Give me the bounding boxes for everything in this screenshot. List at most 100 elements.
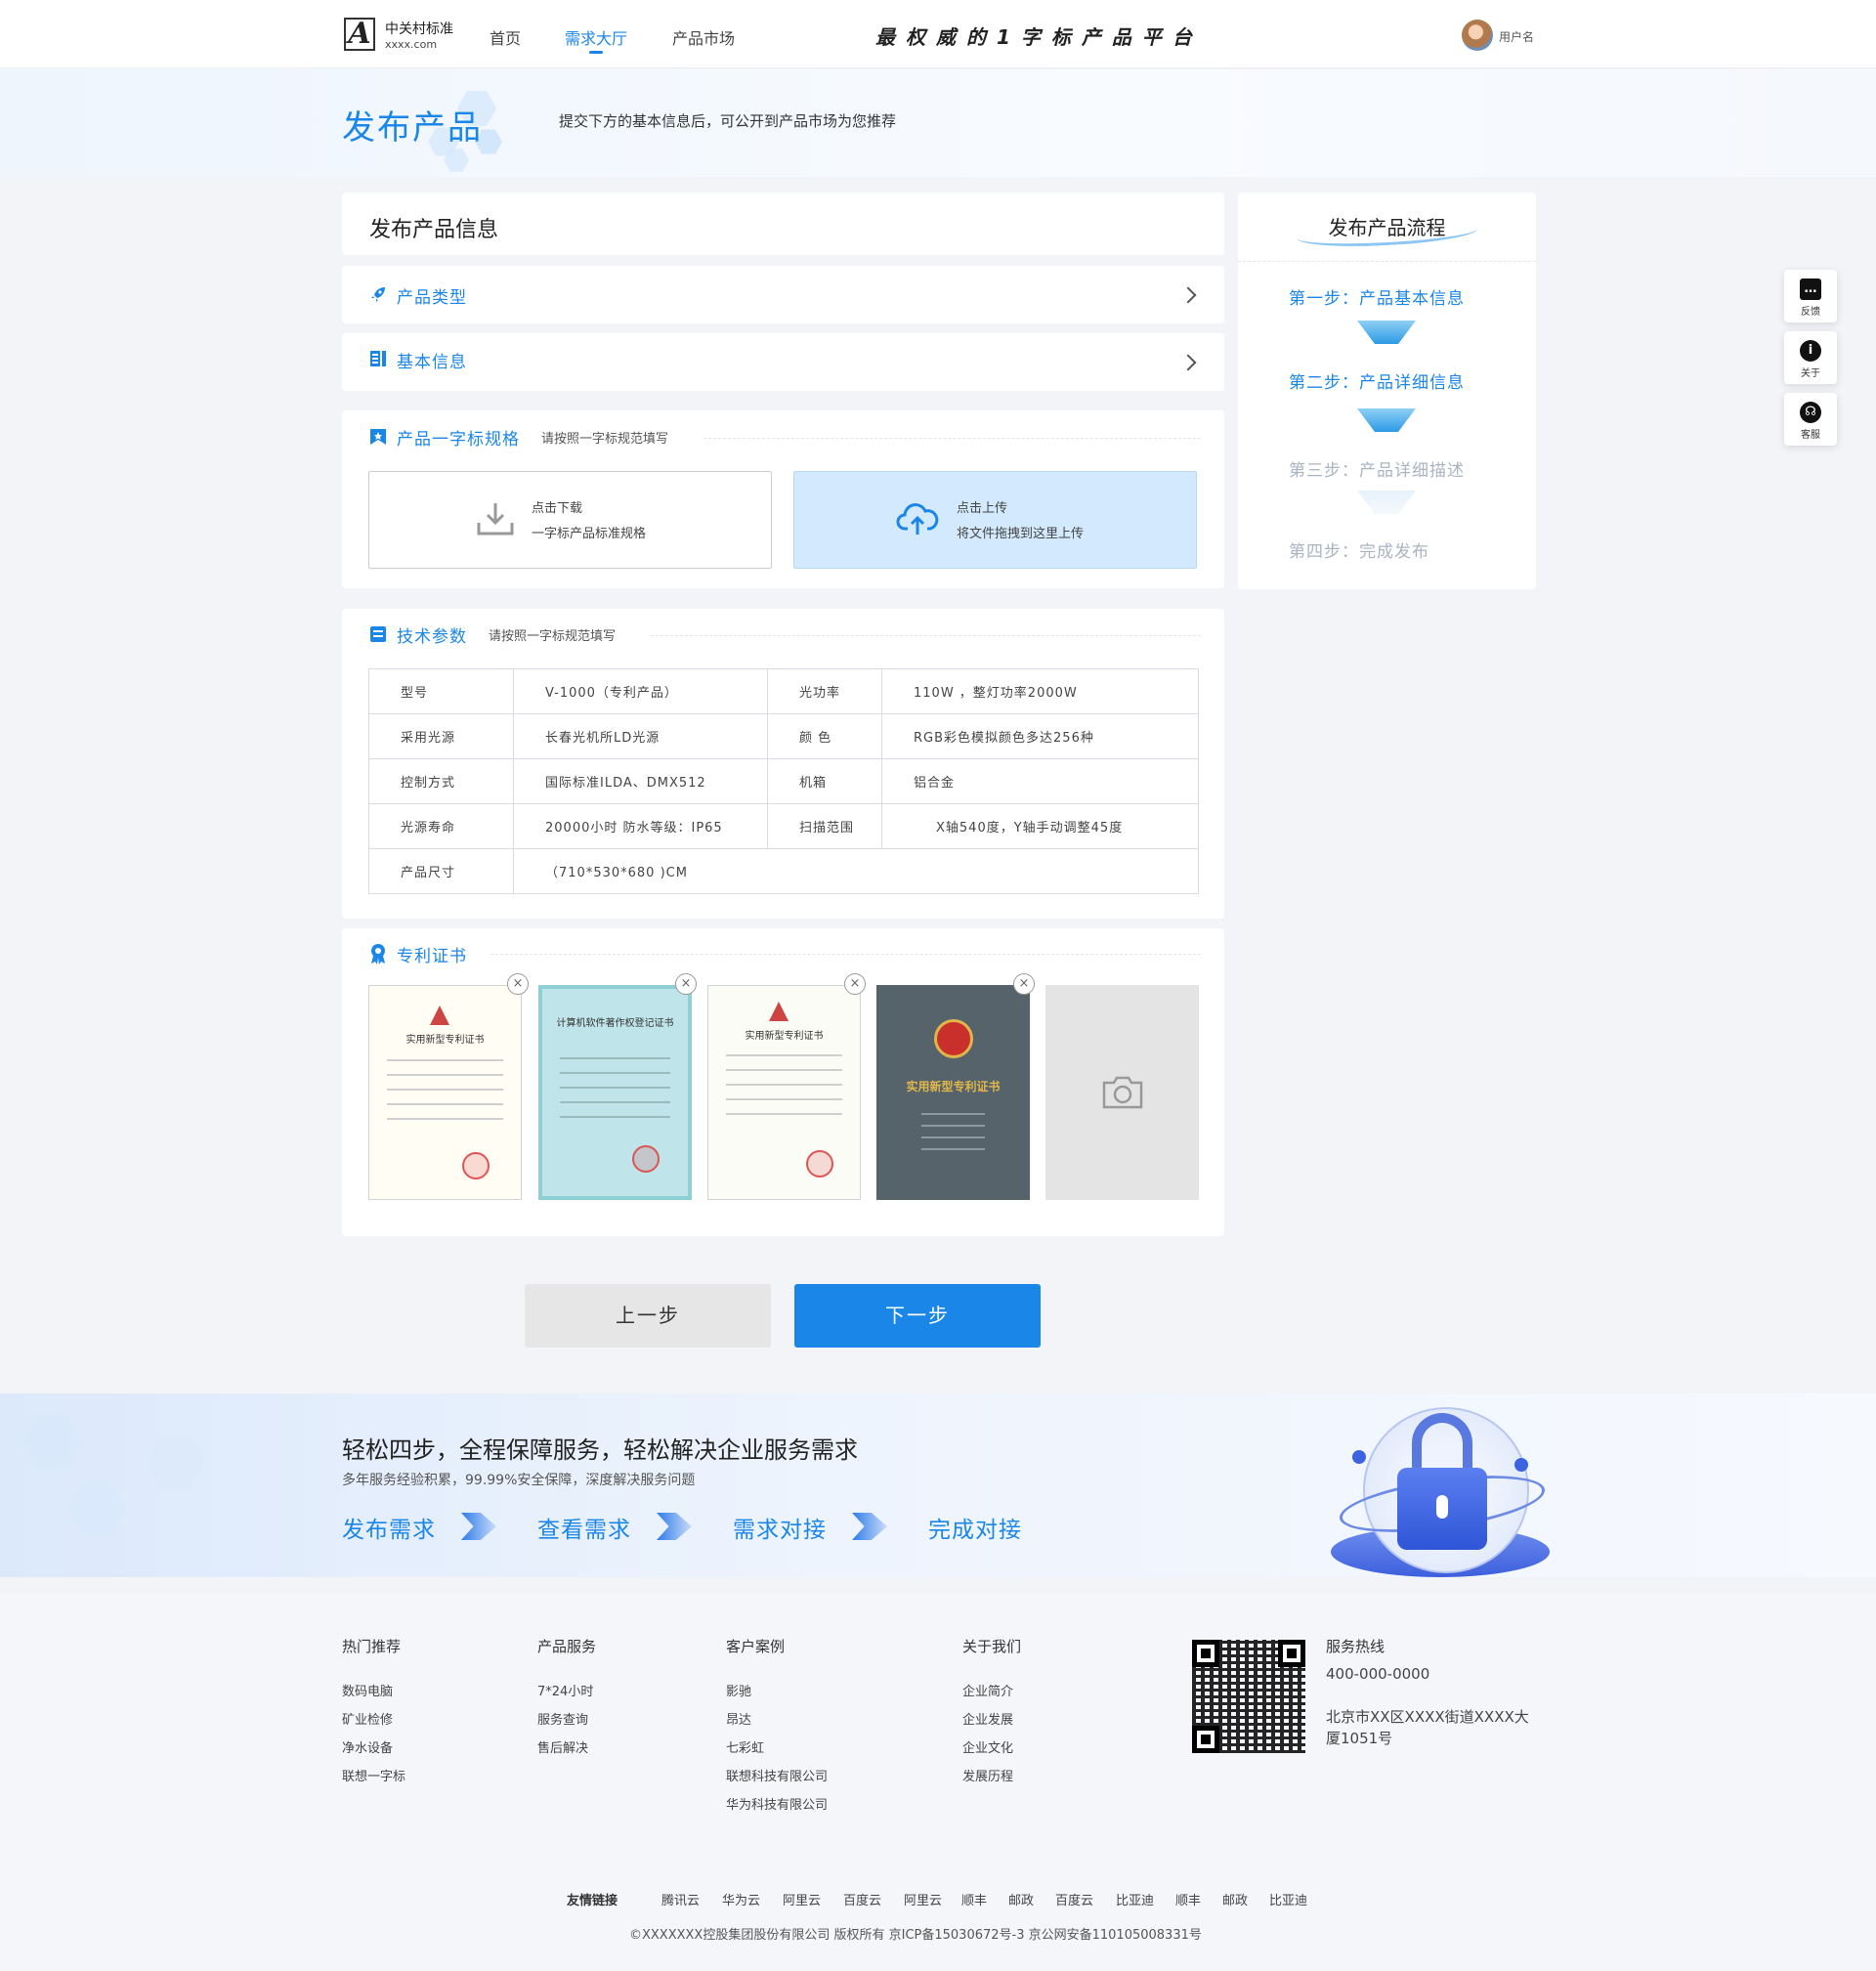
form-title: 发布产品信息 — [369, 218, 499, 242]
param-value[interactable]: X轴540度，Y轴手动调整45度 — [881, 803, 1199, 849]
remove-certificate-button[interactable]: × — [507, 973, 529, 995]
table-row: 控制方式 国际标准ILDA、DMX512 机箱 铝合金 — [368, 758, 1199, 804]
footer-link[interactable]: 企业发展 — [962, 1709, 1013, 1728]
about-label: 关于 — [1801, 368, 1820, 379]
param-value[interactable]: 110W ，整灯功率2000W — [881, 668, 1199, 714]
spec-title: 产品一字标规格 — [397, 430, 520, 450]
friend-link[interactable]: 腾讯云 — [661, 1890, 700, 1908]
download-spec-button[interactable]: 点击下载 一字标产品标准规格 — [368, 471, 772, 569]
emblem-icon — [430, 1006, 449, 1025]
certificate-icon — [371, 944, 385, 964]
hotline-label: 服务热线 — [1326, 1638, 1386, 1655]
feedback-button[interactable]: … 反馈 — [1784, 270, 1837, 322]
about-button[interactable]: i 关于 — [1784, 331, 1837, 384]
param-value[interactable]: （710*530*680 )CM — [513, 848, 1199, 894]
next-step-button[interactable]: 下一步 — [794, 1284, 1041, 1348]
footer-link[interactable]: 昂达 — [726, 1709, 751, 1728]
friend-link[interactable]: 比亚迪 — [1269, 1890, 1307, 1908]
param-value[interactable]: 铝合金 — [881, 758, 1199, 804]
param-label: 控制方式 — [368, 758, 514, 804]
param-label: 型号 — [368, 668, 514, 714]
logo-icon[interactable]: A — [344, 18, 375, 51]
param-value[interactable]: 长春光机所LD光源 — [513, 713, 768, 759]
text-line — [387, 1074, 503, 1076]
divider — [1238, 261, 1536, 262]
promo-step-2[interactable]: 查看需求 — [537, 1511, 631, 1544]
promo-step-1[interactable]: 发布需求 — [342, 1511, 436, 1544]
footer-link[interactable]: 影驰 — [726, 1681, 751, 1699]
friend-link[interactable]: 邮政 — [1222, 1890, 1248, 1908]
param-value[interactable]: V-1000（专利产品） — [513, 668, 768, 714]
friend-link[interactable]: 阿里云 — [904, 1890, 942, 1908]
support-button[interactable]: ☊ 客服 — [1784, 393, 1837, 446]
nav-demand-hall[interactable]: 需求大厅 — [565, 25, 627, 49]
param-label: 颜 色 — [767, 713, 882, 759]
friend-link[interactable]: 邮政 — [1008, 1890, 1034, 1908]
param-label: 采用光源 — [368, 713, 514, 759]
footer-link[interactable]: 矿业检修 — [342, 1709, 393, 1728]
footer-link[interactable]: 售后解决 — [537, 1737, 588, 1756]
username[interactable]: 用户名 — [1499, 28, 1534, 45]
nav-home[interactable]: 首页 — [490, 25, 521, 49]
certificate-image[interactable]: 实用新型专利证书 — [876, 985, 1030, 1200]
keyhole — [1436, 1495, 1448, 1519]
prev-step-button[interactable]: 上一步 — [525, 1284, 771, 1348]
basic-info-row[interactable]: 基本信息 — [342, 333, 1224, 391]
footer-link[interactable]: 联想科技有限公司 — [726, 1766, 828, 1784]
friend-link[interactable]: 顺丰 — [961, 1890, 987, 1908]
flow-step-1: 第一步：产品基本信息 — [1289, 289, 1465, 309]
links-label: 友情链接 — [567, 1894, 618, 1908]
footer-link[interactable]: 企业简介 — [962, 1681, 1013, 1699]
qr-corner — [1192, 1640, 1219, 1667]
friend-link[interactable]: 顺丰 — [1175, 1890, 1201, 1908]
footer-link[interactable]: 净水设备 — [342, 1737, 393, 1756]
footer-link[interactable]: 数码电脑 — [342, 1681, 393, 1699]
certificate-name: 实用新型专利证书 — [745, 1031, 824, 1042]
text-line — [921, 1136, 985, 1138]
upload-desc: 将文件拖拽到这里上传 — [957, 527, 1085, 541]
certificate-image[interactable]: 实用新型专利证书 — [707, 985, 861, 1200]
param-label: 机箱 — [767, 758, 882, 804]
national-emblem-icon — [934, 1019, 973, 1058]
footer-link[interactable]: 联想一字标 — [342, 1766, 405, 1784]
table-row: 型号 V-1000（专利产品） 光功率 110W ，整灯功率2000W — [368, 668, 1199, 714]
remove-certificate-button[interactable]: × — [844, 973, 866, 995]
footer-link[interactable]: 七彩虹 — [726, 1737, 764, 1756]
remove-certificate-button[interactable]: × — [1013, 973, 1035, 995]
remove-certificate-button[interactable]: × — [675, 973, 697, 995]
friend-link[interactable]: 华为云 — [722, 1890, 760, 1908]
param-value[interactable]: RGB彩色模拟颜色多达256种 — [881, 713, 1199, 759]
patent-card: 专利证书 实用新型专利证书 × 计算机软件著作权登记证书 × 实用新型专利证书 … — [342, 928, 1224, 1236]
hex-decor — [147, 1435, 205, 1488]
friend-link[interactable]: 阿里云 — [783, 1890, 821, 1908]
text-line — [387, 1103, 503, 1105]
divider — [651, 635, 1201, 636]
friend-link[interactable]: 百度云 — [1055, 1890, 1093, 1908]
friend-link[interactable]: 百度云 — [843, 1890, 881, 1908]
friend-link[interactable]: 比亚迪 — [1116, 1890, 1154, 1908]
certificate-image[interactable]: 计算机软件著作权登记证书 — [538, 985, 692, 1200]
add-certificate-button[interactable] — [1045, 985, 1199, 1200]
headset-icon: ☊ — [1800, 402, 1821, 423]
promo-banner — [0, 1393, 1876, 1577]
text-line — [560, 1087, 670, 1089]
nav-product-market[interactable]: 产品市场 — [672, 25, 735, 49]
param-value[interactable]: 国际标准ILDA、DMX512 — [513, 758, 768, 804]
user-avatar[interactable] — [1462, 20, 1493, 51]
promo-step-3[interactable]: 需求对接 — [733, 1511, 827, 1544]
param-value[interactable]: 20000小时 防水等级：IP65 — [513, 803, 768, 849]
certificate-image[interactable]: 实用新型专利证书 — [368, 985, 522, 1200]
certificate-name: 实用新型专利证书 — [906, 1080, 1001, 1093]
product-type-row[interactable]: 产品类型 — [342, 266, 1224, 323]
text-line — [921, 1125, 985, 1127]
footer-link[interactable]: 服务查询 — [537, 1709, 588, 1728]
flow-step-2: 第二步：产品详细信息 — [1289, 373, 1465, 393]
document-icon — [370, 351, 386, 366]
promo-step-4[interactable]: 完成对接 — [928, 1511, 1022, 1544]
upload-spec-dropzone[interactable]: 点击上传 将文件拖拽到这里上传 — [793, 471, 1197, 569]
footer-link[interactable]: 华为科技有限公司 — [726, 1794, 828, 1813]
basic-info-label: 基本信息 — [397, 353, 467, 372]
footer-link[interactable]: 企业文化 — [962, 1737, 1013, 1756]
footer-link[interactable]: 7*24小时 — [537, 1681, 593, 1699]
footer-link[interactable]: 发展历程 — [962, 1766, 1013, 1784]
